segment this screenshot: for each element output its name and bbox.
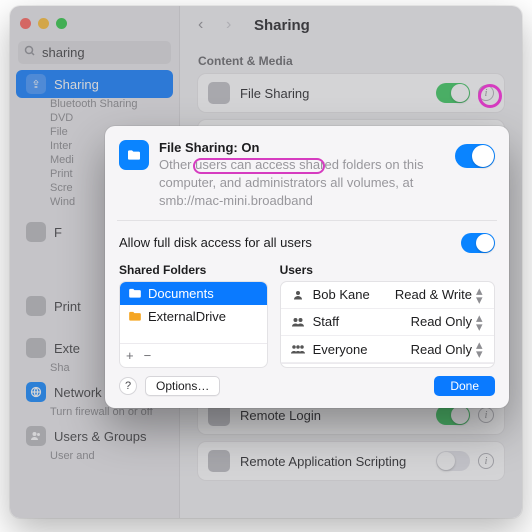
settings-window: ✕ ⇪ Sharing Bluetooth Sharing DVD File I… xyxy=(10,6,522,518)
search-icon xyxy=(24,45,36,60)
user-name: Staff xyxy=(313,314,405,329)
row-remote-scripting[interactable]: Remote Application Scripting i xyxy=(198,442,504,480)
sidebar-item-label: Network xyxy=(54,385,102,400)
user-name: Everyone xyxy=(313,342,405,357)
shared-folders-panel: Shared Folders Documents ExternalDrive +… xyxy=(119,263,268,368)
header: ‹ › Sharing xyxy=(198,16,504,48)
file-sharing-icon xyxy=(119,140,149,170)
sheet-header: File Sharing: On Other users can access … xyxy=(119,140,495,210)
square-icon xyxy=(26,338,46,358)
toggle[interactable] xyxy=(436,405,470,425)
folders-pm: + − xyxy=(120,343,267,367)
folder-icon xyxy=(208,82,230,104)
minimize-icon[interactable] xyxy=(38,18,49,29)
sidebar-sub: User and xyxy=(20,450,169,462)
group-icon xyxy=(289,316,307,328)
sidebar-item-label: Users & Groups xyxy=(54,429,146,444)
sheet-title: File Sharing: On xyxy=(159,140,445,155)
user-perm[interactable]: Read & Write▴▾ xyxy=(395,286,486,304)
allow-label: Allow full disk access for all users xyxy=(119,235,461,250)
person-icon xyxy=(289,289,307,301)
allow-full-disk-row: Allow full disk access for all users xyxy=(119,231,495,255)
sheet-footer: ? Options… Done xyxy=(119,376,495,396)
zoom-icon[interactable] xyxy=(56,18,67,29)
users-icon xyxy=(26,426,46,446)
options-button[interactable]: Options… xyxy=(145,376,220,396)
users-pm: + − xyxy=(281,363,494,368)
folders-list[interactable]: Documents ExternalDrive + − xyxy=(119,281,268,368)
chevron-updown-icon[interactable]: ▴▾ xyxy=(476,286,486,304)
row-label: Remote Application Scripting xyxy=(240,454,436,469)
network-icon xyxy=(26,382,46,402)
done-button[interactable]: Done xyxy=(434,376,495,396)
sidebar-item-label: F xyxy=(54,225,62,240)
user-perm[interactable]: Read Only▴▾ xyxy=(411,313,486,331)
file-sharing-sheet: File Sharing: On Other users can access … xyxy=(105,126,509,408)
sheet-subtitle: Other users can access shared folders on… xyxy=(159,156,445,210)
allow-toggle[interactable] xyxy=(461,233,495,253)
sidebar-item-users[interactable]: Users & Groups xyxy=(16,422,173,450)
row-file-sharing[interactable]: File Sharing i xyxy=(198,74,504,112)
sidebar-item-label: Print xyxy=(54,299,81,314)
help-button[interactable]: ? xyxy=(119,377,137,395)
user-row[interactable]: Everyone Read Only▴▾ xyxy=(281,336,494,363)
group-icon xyxy=(289,343,307,355)
user-row[interactable]: Staff Read Only▴▾ xyxy=(281,309,494,336)
folder-name: ExternalDrive xyxy=(148,309,226,324)
user-perm[interactable]: Read Only▴▾ xyxy=(411,340,486,358)
info-icon[interactable]: i xyxy=(478,453,494,469)
sidebar-item-label: Sharing xyxy=(54,77,99,92)
drive-icon xyxy=(128,310,142,322)
sidebar-item-sharing[interactable]: ⇪ Sharing xyxy=(16,70,173,98)
toggle[interactable] xyxy=(436,83,470,103)
close-icon[interactable] xyxy=(20,18,31,29)
users-panel: Users Bob Kane Read & Write▴▾ Staff Read… xyxy=(280,263,495,368)
sheet-title-block: File Sharing: On Other users can access … xyxy=(159,140,445,210)
user-name: Bob Kane xyxy=(313,287,389,302)
back-button[interactable]: ‹ xyxy=(198,16,214,34)
lists: Shared Folders Documents ExternalDrive +… xyxy=(119,263,495,368)
divider xyxy=(117,220,497,221)
page-title: Sharing xyxy=(254,17,310,34)
chevron-updown-icon[interactable]: ▴▾ xyxy=(476,313,486,331)
search-field[interactable]: ✕ xyxy=(18,41,171,64)
folder-icon xyxy=(128,287,142,299)
square-icon xyxy=(208,450,230,472)
info-icon[interactable]: i xyxy=(478,85,494,101)
sharing-icon: ⇪ xyxy=(26,74,46,94)
folders-header: Shared Folders xyxy=(119,263,268,277)
square-icon xyxy=(26,296,46,316)
window-controls[interactable] xyxy=(10,12,179,39)
sidebar-sub[interactable]: DVD xyxy=(20,112,169,124)
chevron-updown-icon[interactable]: ▴▾ xyxy=(476,340,486,358)
section-label: Content & Media xyxy=(198,54,504,68)
square-icon xyxy=(26,222,46,242)
row-label: Remote Login xyxy=(240,408,436,423)
row-label: File Sharing xyxy=(240,86,436,101)
users-list[interactable]: Bob Kane Read & Write▴▾ Staff Read Only▴… xyxy=(280,281,495,368)
forward-button[interactable]: › xyxy=(226,16,242,34)
folder-row-externaldrive[interactable]: ExternalDrive xyxy=(120,305,267,328)
file-sharing-toggle[interactable] xyxy=(455,144,495,168)
folder-name: Documents xyxy=(148,286,214,301)
users-header: Users xyxy=(280,263,495,277)
user-row[interactable]: Bob Kane Read & Write▴▾ xyxy=(281,282,494,309)
sidebar-sub[interactable]: Bluetooth Sharing xyxy=(20,98,169,110)
sidebar-item-label: Exte xyxy=(54,341,80,356)
info-icon[interactable]: i xyxy=(478,407,494,423)
add-folder-button[interactable]: + xyxy=(126,348,134,363)
remove-folder-button[interactable]: − xyxy=(144,348,152,363)
toggle[interactable] xyxy=(436,451,470,471)
folder-row-documents[interactable]: Documents xyxy=(120,282,267,305)
